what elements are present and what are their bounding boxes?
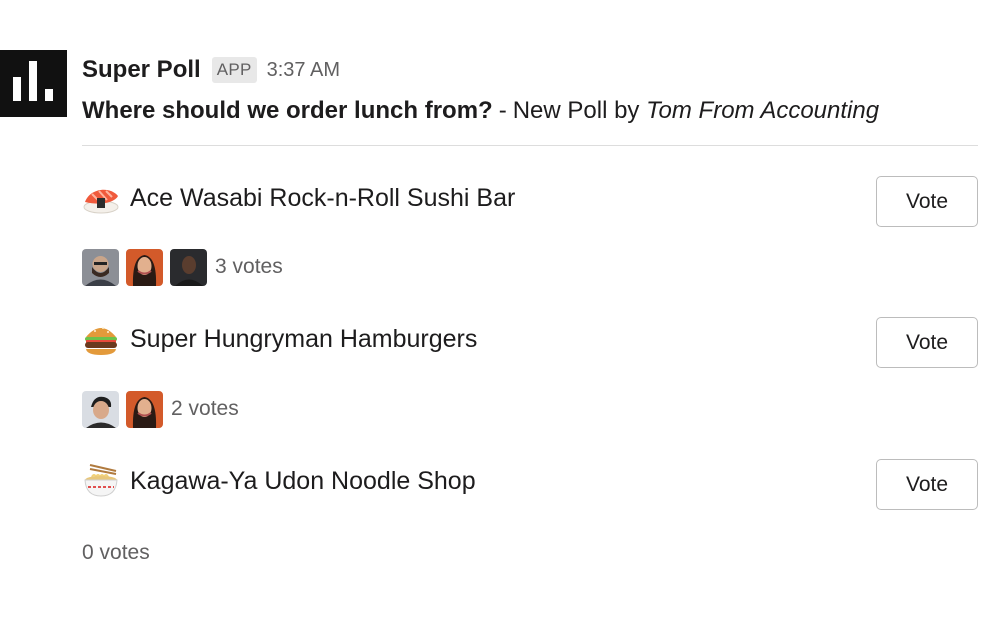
option-label-row: Ace Wasabi Rock-n-Roll Sushi Bar — [82, 180, 515, 216]
sushi-icon — [83, 189, 119, 214]
voter-avatar[interactable] — [82, 390, 119, 428]
voters-row: 0 votes — [82, 534, 150, 572]
poll-option: Kagawa-Ya Udon Noodle Shop Vote — [82, 459, 978, 511]
poll-author: Tom From Accounting — [646, 97, 880, 124]
vote-button[interactable]: Vote — [876, 176, 978, 227]
option-text: Ace Wasabi Rock-n-Roll Sushi Bar — [130, 183, 516, 212]
poll-subtitle: New Poll by — [512, 97, 640, 124]
vote-count: 2 votes — [171, 397, 239, 420]
poll-option: Super Hungryman Hamburgers Vote — [82, 317, 978, 369]
option-label-row: Kagawa-Ya Udon Noodle Shop — [82, 463, 476, 499]
bar-chart-icon-bar — [29, 61, 37, 101]
super-poll-app-icon[interactable] — [0, 50, 67, 117]
message-timestamp[interactable]: 3:37 AM — [267, 59, 340, 82]
voter-avatar[interactable] — [126, 248, 163, 286]
voter-avatar[interactable] — [82, 248, 119, 286]
voter-avatar[interactable] — [126, 390, 163, 428]
message-header: Super Poll APP 3:37 AM — [82, 56, 340, 84]
noodle-bowl-icon — [84, 464, 118, 497]
poll-title-line: Where should we order lunch from? - New Po… — [82, 97, 879, 125]
poll-option: Ace Wasabi Rock-n-Roll Sushi Bar Vote — [82, 176, 978, 228]
app-badge: APP — [211, 57, 257, 83]
vote-button[interactable]: Vote — [876, 317, 978, 368]
vote-button[interactable]: Vote — [876, 459, 978, 510]
app-name[interactable]: Super Poll — [82, 56, 201, 84]
divider — [82, 145, 978, 146]
vote-count: 0 votes — [82, 541, 150, 564]
option-text: Super Hungryman Hamburgers — [130, 324, 478, 353]
option-label-row: Super Hungryman Hamburgers — [82, 321, 477, 357]
title-separator: - — [498, 97, 507, 124]
voter-avatar[interactable] — [170, 248, 207, 286]
bar-chart-icon-bar — [13, 77, 21, 101]
voters-row: 3 votes — [82, 248, 283, 286]
voters-row: 2 votes — [82, 390, 239, 428]
poll-question: Where should we order lunch from? — [82, 97, 493, 124]
hamburger-icon — [85, 327, 117, 355]
bar-chart-icon-bar — [45, 89, 53, 101]
option-text: Kagawa-Ya Udon Noodle Shop — [130, 466, 476, 495]
vote-count: 3 votes — [215, 255, 283, 278]
